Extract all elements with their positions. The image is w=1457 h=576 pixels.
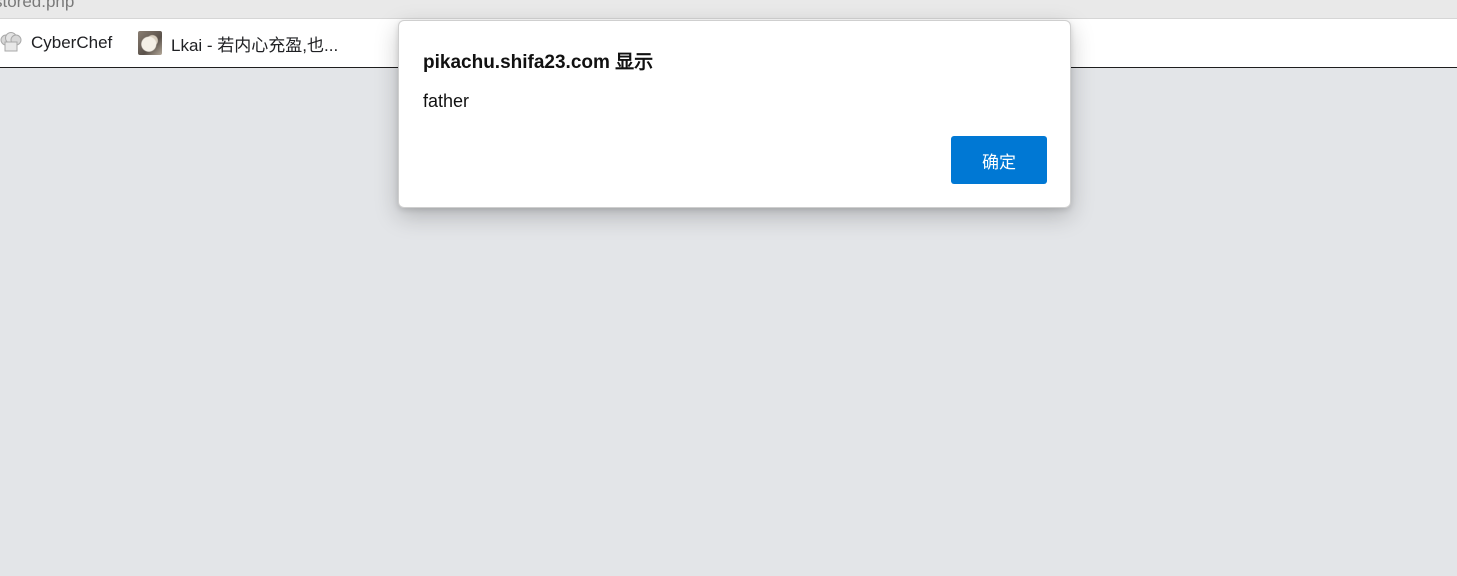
dialog-message: father	[423, 91, 470, 111]
dialog-title: pikachu.shifa23.com 显示	[423, 52, 654, 73]
bookmark-lkai[interactable]: Lkai - 若内心充盈,也...	[138, 19, 338, 67]
chef-hat-icon	[0, 32, 22, 54]
bookmark-label: Lkai - 若内心充盈,也...	[171, 35, 339, 55]
address-bar[interactable]: stored.php	[0, 0, 1457, 19]
bookmark-cyberchef[interactable]: CyberChef	[0, 19, 112, 67]
address-text: stored.php	[0, 0, 75, 11]
thumbnail-icon	[138, 31, 162, 55]
ok-button[interactable]: 确定	[951, 136, 1047, 184]
bookmark-label: CyberChef	[31, 33, 113, 52]
alert-dialog: pikachu.shifa23.com 显示 father 确定	[398, 20, 1071, 208]
